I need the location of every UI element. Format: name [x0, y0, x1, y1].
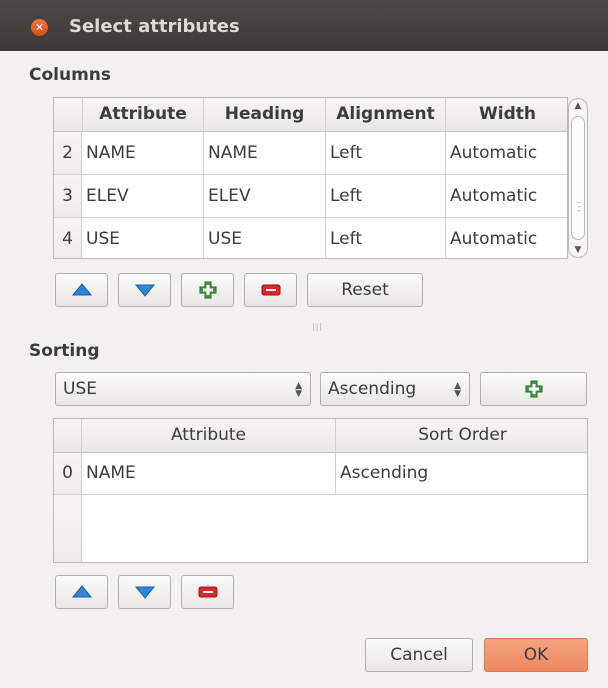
- header-attribute[interactable]: Attribute: [83, 98, 204, 131]
- sort-attribute-value: USE: [63, 379, 97, 399]
- header-heading[interactable]: Heading: [204, 98, 326, 131]
- cell-heading[interactable]: NAME: [204, 132, 326, 174]
- columns-table-header: Attribute Heading Alignment Width: [54, 98, 567, 132]
- cell-attribute[interactable]: NAME: [82, 132, 204, 174]
- move-up-button[interactable]: [55, 273, 108, 307]
- row-number: 4: [54, 218, 82, 258]
- cell-heading[interactable]: USE: [204, 218, 326, 258]
- table-row[interactable]: 3 ELEV ELEV Left Automatic: [54, 175, 567, 218]
- cell-alignment[interactable]: Left: [326, 218, 446, 258]
- cell-width[interactable]: Automatic: [446, 175, 567, 217]
- plus-icon: [199, 281, 216, 299]
- table-row[interactable]: 2 NAME NAME Left Automatic: [54, 132, 567, 175]
- remove-column-button[interactable]: [244, 273, 297, 307]
- row-number: 0: [54, 453, 82, 494]
- reset-button[interactable]: Reset: [307, 273, 423, 307]
- sort-move-up-button[interactable]: [55, 575, 108, 609]
- cell-heading[interactable]: ELEV: [204, 175, 326, 217]
- columns-label: Columns: [29, 65, 112, 85]
- cell-attribute[interactable]: ELEV: [82, 175, 204, 217]
- sorting-label: Sorting: [29, 341, 100, 361]
- columns-table: Attribute Heading Alignment Width 2 NAME…: [53, 97, 568, 259]
- header-attribute[interactable]: Attribute: [82, 419, 336, 452]
- plus-icon: [525, 380, 542, 398]
- arrow-down-icon: [134, 586, 155, 599]
- header-sort-order[interactable]: Sort Order: [336, 419, 587, 452]
- add-sort-button[interactable]: [480, 372, 587, 406]
- row-number: 2: [54, 132, 82, 174]
- sort-order-value: Ascending: [328, 379, 417, 399]
- scroll-down-icon[interactable]: ▼: [569, 245, 587, 255]
- title-bar: ✕ Select attributes: [0, 0, 608, 51]
- spinner-icon: ▲ ▼: [454, 381, 461, 399]
- header-alignment[interactable]: Alignment: [326, 98, 446, 131]
- cell-sort-order[interactable]: Ascending: [336, 453, 587, 494]
- arrow-up-icon: [71, 585, 92, 598]
- cell-alignment[interactable]: Left: [326, 175, 446, 217]
- cell-attribute[interactable]: NAME: [82, 453, 336, 494]
- sort-attribute-select[interactable]: USE ▲ ▼: [55, 372, 311, 406]
- window-title: Select attributes: [69, 16, 240, 37]
- minus-icon: [261, 284, 280, 296]
- empty-row-gutter: [54, 495, 82, 562]
- cell-width[interactable]: Automatic: [446, 218, 567, 258]
- cell-alignment[interactable]: Left: [326, 132, 446, 174]
- corner-header: [54, 98, 83, 131]
- arrow-down-icon: [134, 284, 155, 297]
- sorting-table-header: Attribute Sort Order: [54, 419, 587, 453]
- grip-icon: – – –: [577, 198, 581, 215]
- sort-remove-button[interactable]: [181, 575, 234, 609]
- table-row[interactable]: 0 NAME Ascending: [54, 453, 587, 495]
- table-row[interactable]: 4 USE USE Left Automatic: [54, 218, 567, 258]
- header-width[interactable]: Width: [446, 98, 567, 131]
- sort-move-down-button[interactable]: [118, 575, 171, 609]
- cell-attribute[interactable]: USE: [82, 218, 204, 258]
- ok-button[interactable]: OK: [484, 638, 588, 672]
- add-column-button[interactable]: [181, 273, 234, 307]
- close-icon[interactable]: ✕: [31, 19, 48, 36]
- splitter-handle[interactable]: |||: [312, 322, 323, 331]
- sorting-table: Attribute Sort Order 0 NAME Ascending: [53, 418, 588, 563]
- corner-header: [54, 419, 82, 452]
- cell-width[interactable]: Automatic: [446, 132, 567, 174]
- move-down-button[interactable]: [118, 273, 171, 307]
- scroll-up-icon[interactable]: ▲: [569, 101, 587, 111]
- columns-scrollbar[interactable]: ▲ – – – ▼: [568, 98, 588, 258]
- sort-order-select[interactable]: Ascending ▲ ▼: [320, 372, 470, 406]
- row-number: 3: [54, 175, 82, 217]
- scrollbar-thumb[interactable]: – – –: [571, 116, 585, 240]
- arrow-up-icon: [71, 283, 92, 296]
- spinner-icon: ▲ ▼: [295, 381, 302, 399]
- cancel-button[interactable]: Cancel: [365, 638, 473, 672]
- minus-icon: [198, 586, 217, 598]
